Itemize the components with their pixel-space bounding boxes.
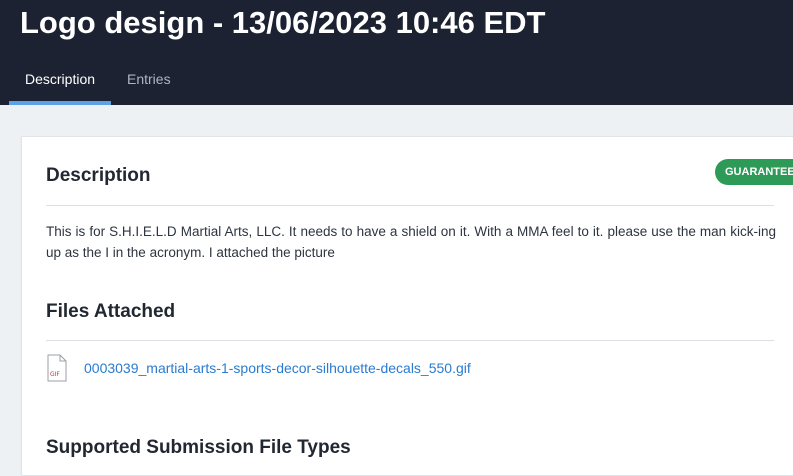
page-title: Logo design - 13/06/2023 10:46 EDT — [20, 5, 546, 40]
contest-details-card: Description GUARANTEED This is for S.H.I… — [21, 136, 793, 476]
tab-bar: Description Entries — [9, 60, 186, 105]
description-text: This is for S.H.I.E.L.D Martial Arts, LL… — [46, 224, 776, 260]
gif-file-icon-label: GIF — [50, 371, 60, 378]
description-heading: Description — [46, 165, 151, 186]
file-item[interactable]: GIF 0003039_martial-arts-1-sports-decor-… — [46, 353, 471, 383]
supported-file-types-heading: Supported Submission File Types — [46, 437, 351, 458]
tab-description[interactable]: Description — [9, 60, 111, 105]
gif-file-icon: GIF — [47, 354, 67, 382]
description-divider — [46, 205, 774, 206]
page-header: Logo design - 13/06/2023 10:46 EDT Descr… — [0, 0, 793, 105]
tab-entries[interactable]: Entries — [111, 60, 186, 105]
files-attached-heading: Files Attached — [46, 301, 176, 322]
guaranteed-badge: GUARANTEED — [715, 159, 793, 185]
file-download-link[interactable]: 0003039_martial-arts-1-sports-decor-silh… — [84, 360, 471, 376]
files-divider — [46, 340, 774, 341]
